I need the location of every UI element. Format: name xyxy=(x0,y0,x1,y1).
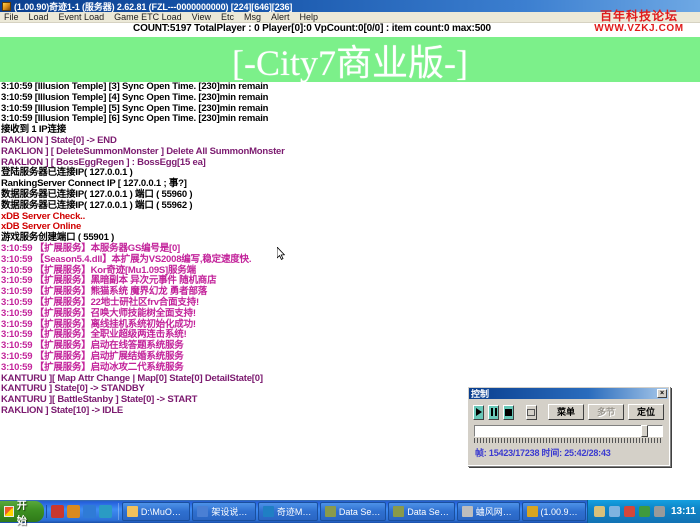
media-control-titlebar[interactable]: 控制 × xyxy=(469,388,668,399)
system-tray: 13:11 xyxy=(587,500,700,523)
usb-icon[interactable] xyxy=(594,506,605,517)
taskbar-window-label: 奇迹Mu数... xyxy=(277,505,313,518)
media-control-title: 控制 xyxy=(471,387,489,400)
menu-item-view[interactable]: View xyxy=(187,12,216,23)
taskbar-window-button[interactable]: 奇迹Mu数... xyxy=(258,502,318,521)
counters-text: COUNT:5197 TotalPlayer : 0 Player[0]:0 V… xyxy=(133,23,491,34)
media-control-window[interactable]: 控制 × 菜单多节定位 帧: 15423/17238 时间: 25:42/28:… xyxy=(467,386,670,466)
qq-icon[interactable] xyxy=(51,505,64,518)
browser-icon[interactable] xyxy=(83,505,96,518)
window-icon xyxy=(462,506,473,517)
log-line: 3:10:59 【扩展服务】召唤大师技能树全面支持! xyxy=(0,309,700,320)
media-control-body: 菜单多节定位 帧: 15423/17238 时间: 25:42/28:43 xyxy=(468,400,669,459)
log-line: 数据服务器已连接IP( 127.0.0.1 ) 端口 ( 55962 ) xyxy=(0,201,700,212)
log-line: 3:10:59 [Illusion Temple] [6] Sync Open … xyxy=(0,114,700,125)
pause-icon-glyph xyxy=(491,408,497,416)
server-banner: [-City7商业版-] xyxy=(0,37,700,82)
play-icon[interactable] xyxy=(473,405,484,420)
media-control-toolbar: 菜单多节定位 xyxy=(473,404,664,420)
taskbar-window-button[interactable]: D:\MuOnline... xyxy=(122,502,191,521)
taskbar-window-label: Data Server... xyxy=(407,507,449,517)
taskbar-window-label: 蛐风网络Q... xyxy=(476,505,515,518)
mouse-cursor-icon xyxy=(277,247,285,260)
taskbar-window-label: D:\MuOnline... xyxy=(141,507,186,517)
window-icon xyxy=(527,506,538,517)
taskbar-window-button[interactable]: Data Server... xyxy=(388,502,454,521)
window-titlebar[interactable]: (1.00.90)奇迹1-1 (服务器) 2.62.81 (FZL---0000… xyxy=(0,0,700,12)
taskbar-window-button[interactable]: (1.00.90)奇... xyxy=(522,502,586,521)
windows-flag-icon xyxy=(4,506,14,517)
log-line: 3:10:59 【扩展服务】启动冰攻二代系统服务 xyxy=(0,363,700,374)
messenger-icon[interactable] xyxy=(67,505,80,518)
eject-icon[interactable] xyxy=(526,405,537,420)
server-banner-text: [-City7商业版-] xyxy=(0,37,700,82)
tree-icon[interactable] xyxy=(639,506,650,517)
taskbar-clock[interactable]: 13:11 xyxy=(671,506,696,517)
menu-item-alert[interactable]: Alert xyxy=(266,12,295,23)
taskbar-window-label: 架设说明 - ... xyxy=(211,505,251,518)
taskbar-window-button[interactable]: 架设说明 - ... xyxy=(192,502,256,521)
menu-item-help[interactable]: Help xyxy=(295,12,324,23)
start-button-label: 开始 xyxy=(17,497,34,527)
clock-tray-icon[interactable] xyxy=(654,506,665,517)
media-icon[interactable] xyxy=(99,505,112,518)
media-button-1: 多节 xyxy=(588,404,624,420)
log-line: RAKLION ] [ DeleteSummonMonster ] Delete… xyxy=(0,147,700,158)
start-button[interactable]: 开始 xyxy=(0,501,44,522)
pause-icon[interactable] xyxy=(488,405,499,420)
media-status-text: 帧: 15423/17238 时间: 25:42/28:43 xyxy=(473,446,664,459)
media-tick-marks xyxy=(474,438,663,443)
window-icon xyxy=(393,506,404,517)
media-seek-slider[interactable] xyxy=(474,425,663,437)
taskbar-window-button[interactable]: 蛐风网络Q... xyxy=(457,502,520,521)
stop-icon-glyph xyxy=(505,409,512,416)
log-line: xDB Server Check.. xyxy=(0,212,700,223)
menu-item-etc[interactable]: Etc xyxy=(216,12,239,23)
server-app-icon xyxy=(2,2,11,11)
menu-item-load[interactable]: Load xyxy=(24,12,54,23)
media-seek-thumb[interactable] xyxy=(641,425,648,437)
menu-item-event-load[interactable]: Event Load xyxy=(54,12,110,23)
network-icon[interactable] xyxy=(609,506,620,517)
log-line: 3:10:59 [Illusion Temple] [4] Sync Open … xyxy=(0,93,700,104)
window-icon xyxy=(263,506,274,517)
taskbar: 开始 D:\MuOnline... 架设说明 - ... 奇迹Mu数... Data … xyxy=(0,500,700,523)
taskbar-divider xyxy=(118,503,119,520)
quick-launch-bar xyxy=(46,505,116,518)
antivirus-icon[interactable] xyxy=(624,506,635,517)
taskbar-window-button[interactable]: Data Server... xyxy=(320,502,386,521)
media-button-2[interactable]: 定位 xyxy=(628,404,664,420)
menu-item-game-etc-load[interactable]: Game ETC Load xyxy=(109,12,187,23)
taskbar-window-list: D:\MuOnline... 架设说明 - ... 奇迹Mu数... Data Ser… xyxy=(121,502,587,521)
stop-icon[interactable] xyxy=(503,405,514,420)
window-icon xyxy=(197,506,208,517)
eject-icon-glyph xyxy=(527,409,535,416)
log-line: 3:10:59 【Season5.4.dll】本扩展为VS2008编写,稳定速度… xyxy=(0,255,700,266)
counters-bar: COUNT:5197 TotalPlayer : 0 Player[0]:0 V… xyxy=(0,23,700,36)
close-icon[interactable]: × xyxy=(657,389,667,398)
menu-item-msg[interactable]: Msg xyxy=(239,12,266,23)
window-icon xyxy=(127,506,138,517)
taskbar-window-label: (1.00.90)奇... xyxy=(541,505,581,518)
window-title: (1.00.90)奇迹1-1 (服务器) 2.62.81 (FZL---0000… xyxy=(14,0,292,12)
menu-bar: FileLoadEvent LoadGame ETC LoadViewEtcMs… xyxy=(0,12,700,23)
media-button-0[interactable]: 菜单 xyxy=(548,404,584,420)
menu-item-file[interactable]: File xyxy=(0,12,24,23)
window-icon xyxy=(325,506,336,517)
play-icon-glyph xyxy=(476,408,482,416)
desktop-root: (1.00.90)奇迹1-1 (服务器) 2.62.81 (FZL---0000… xyxy=(0,0,700,523)
taskbar-window-label: Data Server... xyxy=(339,507,381,517)
